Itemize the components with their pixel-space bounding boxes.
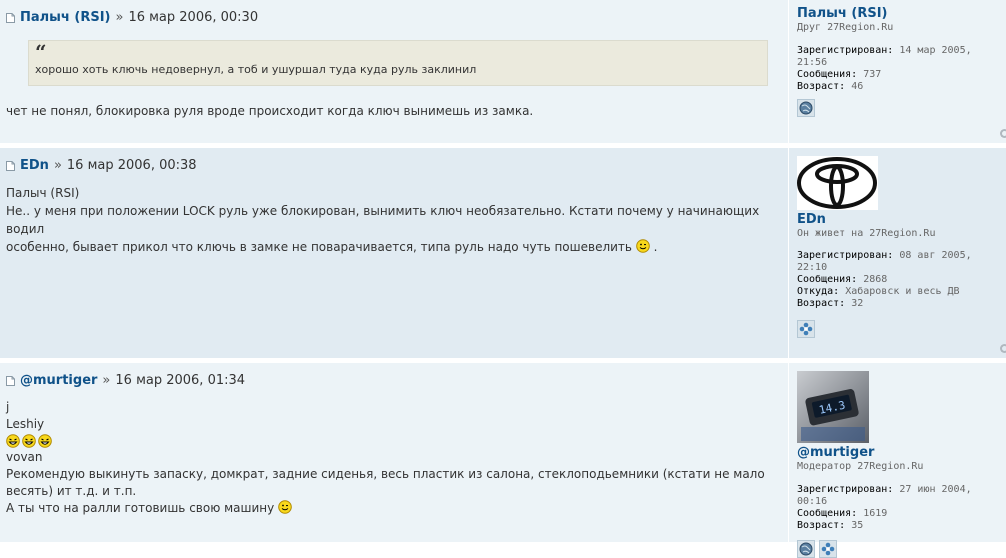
separator: »: [115, 9, 124, 25]
registered-time: 00:16: [797, 496, 828, 507]
post-text: чет не понял, блокировка руля вроде прои…: [6, 104, 534, 118]
registered-value: 08 авг 2005,: [899, 250, 972, 261]
age-value: 46: [851, 81, 864, 92]
post-text: Палыч (RSI) Не.. у меня при положении LO…: [6, 184, 782, 256]
avatar[interactable]: [797, 156, 878, 210]
messages-label: Сообщения:: [797, 274, 858, 285]
post-body: Палыч (RSI) » 16 мар 2006, 00:30 “ хорош…: [6, 8, 782, 120]
post-profile: EDn Он живет на 27Region.Ru Зарегистриро…: [788, 148, 1006, 358]
corner-mark-icon: [1000, 129, 1006, 138]
messages-value[interactable]: 2868: [863, 274, 887, 285]
post-body: EDn » 16 мар 2006, 00:38 Палыч (RSI) Не.…: [6, 156, 782, 256]
post-profile: Палыч (RSI) Друг 27Region.Ru Зарегистрир…: [788, 0, 1006, 143]
messages-label: Сообщения:: [797, 508, 858, 519]
profile-contact-icons: [797, 99, 1006, 117]
messages-label: Сообщения:: [797, 69, 858, 80]
post-text-line: Палыч (RSI): [6, 186, 80, 200]
registered-label: Зарегистрирован:: [797, 250, 894, 261]
post-text: j Leshiy vovan Рекомендую выкинуть запас…: [6, 399, 782, 517]
corner-mark-icon: [1000, 344, 1006, 353]
profile-rank: Он живет на 27Region.Ru: [797, 228, 936, 239]
globe-icon[interactable]: [797, 99, 815, 117]
post-profile: 14.3 @murtiger Модератор 27Region.Ru Зар…: [788, 363, 1006, 558]
post-text-line: Рекомендую выкинуть запаску, домкрат, за…: [6, 467, 765, 481]
post-icon[interactable]: [6, 161, 15, 171]
avatar[interactable]: 14.3: [797, 371, 869, 443]
quote-mark-icon: “: [35, 40, 47, 64]
quote-text: хорошо хоть ключь недовернул, а тоб и уш…: [35, 63, 477, 76]
post-date: 16 мар 2006, 01:34: [115, 372, 246, 388]
post-author-line: Палыч (RSI) » 16 мар 2006, 00:30: [6, 8, 782, 26]
profile-name[interactable]: @murtiger: [797, 445, 1006, 460]
post-text-line: vovan: [6, 450, 43, 464]
wink-smiley-icon: [636, 239, 650, 253]
age-value: 32: [851, 298, 864, 309]
post-icon[interactable]: [6, 13, 15, 23]
flower-icon[interactable]: [819, 540, 837, 558]
post-text-line: j: [6, 400, 10, 414]
registered-value: 14 мар 2005,: [899, 45, 972, 56]
author-link[interactable]: @murtiger: [20, 373, 97, 388]
registered-time: 21:56: [797, 57, 828, 68]
post-icon[interactable]: [6, 376, 15, 386]
post-author-line: @murtiger » 16 мар 2006, 01:34: [6, 371, 782, 389]
laughing-smiley-icon: [6, 434, 20, 448]
profile-rank: Друг 27Region.Ru: [797, 22, 894, 33]
post: EDn » 16 мар 2006, 00:38 Палыч (RSI) Не.…: [0, 148, 1006, 358]
separator: »: [102, 372, 111, 388]
messages-value[interactable]: 1619: [863, 508, 887, 519]
profile-name[interactable]: Палыч (RSI): [797, 6, 1006, 21]
laughing-smileys: [6, 433, 782, 449]
post-author-line: EDn » 16 мар 2006, 00:38: [6, 156, 782, 174]
wink-smiley-icon: [278, 500, 292, 514]
globe-icon[interactable]: [797, 540, 815, 558]
author-link[interactable]: EDn: [20, 158, 49, 173]
flower-icon[interactable]: [797, 320, 815, 338]
post-text-line: весять) ит т.д. и т.п.: [6, 484, 137, 498]
from-value: Хабаровск и весь ДВ: [845, 286, 960, 297]
profile-name[interactable]: EDn: [797, 212, 1006, 227]
age-label: Возраст:: [797, 81, 846, 92]
profile-rank: Модератор 27Region.Ru: [797, 461, 924, 472]
post-text-line: Не.. у меня при положении LOCK руль уже …: [6, 204, 760, 236]
messages-value[interactable]: 737: [863, 69, 881, 80]
separator: »: [53, 157, 62, 173]
author-link[interactable]: Палыч (RSI): [20, 10, 110, 25]
from-label: Откуда:: [797, 286, 840, 297]
post-text-line: А ты что на ралли готовишь свою машину: [6, 500, 782, 517]
registered-time: 22:10: [797, 262, 828, 273]
profile-info: Зарегистрирован: 08 авг 2005, 22:10 Сооб…: [797, 250, 1006, 310]
quote-block: “ хорошо хоть ключь недовернул, а тоб и …: [28, 40, 768, 86]
post: @murtiger » 16 мар 2006, 01:34 j Leshiy …: [0, 363, 1006, 558]
registered-label: Зарегистрирован:: [797, 45, 894, 56]
laughing-smiley-icon: [22, 434, 36, 448]
profile-info: Зарегистрирован: 27 июн 2004, 00:16 Сооб…: [797, 484, 1006, 532]
post-body: @murtiger » 16 мар 2006, 01:34 j Leshiy …: [6, 371, 782, 517]
registered-value: 27 июн 2004,: [899, 484, 972, 495]
post-date: 16 мар 2006, 00:38: [66, 157, 197, 173]
age-label: Возраст:: [797, 298, 846, 309]
post-text-line: Leshiy: [6, 417, 45, 431]
post-text-line: особенно, бывает прикол что ключь в замк…: [6, 239, 658, 254]
profile-contact-icons: [797, 540, 1006, 558]
post-date: 16 мар 2006, 00:30: [128, 9, 259, 25]
age-value: 35: [851, 520, 864, 531]
laughing-smiley-icon: [38, 434, 52, 448]
profile-info: Зарегистрирован: 14 мар 2005, 21:56 Сооб…: [797, 45, 1006, 93]
post: Палыч (RSI) » 16 мар 2006, 00:30 “ хорош…: [0, 0, 1006, 143]
profile-contact-icons: [797, 320, 1006, 338]
registered-label: Зарегистрирован:: [797, 484, 894, 495]
age-label: Возраст:: [797, 520, 846, 531]
